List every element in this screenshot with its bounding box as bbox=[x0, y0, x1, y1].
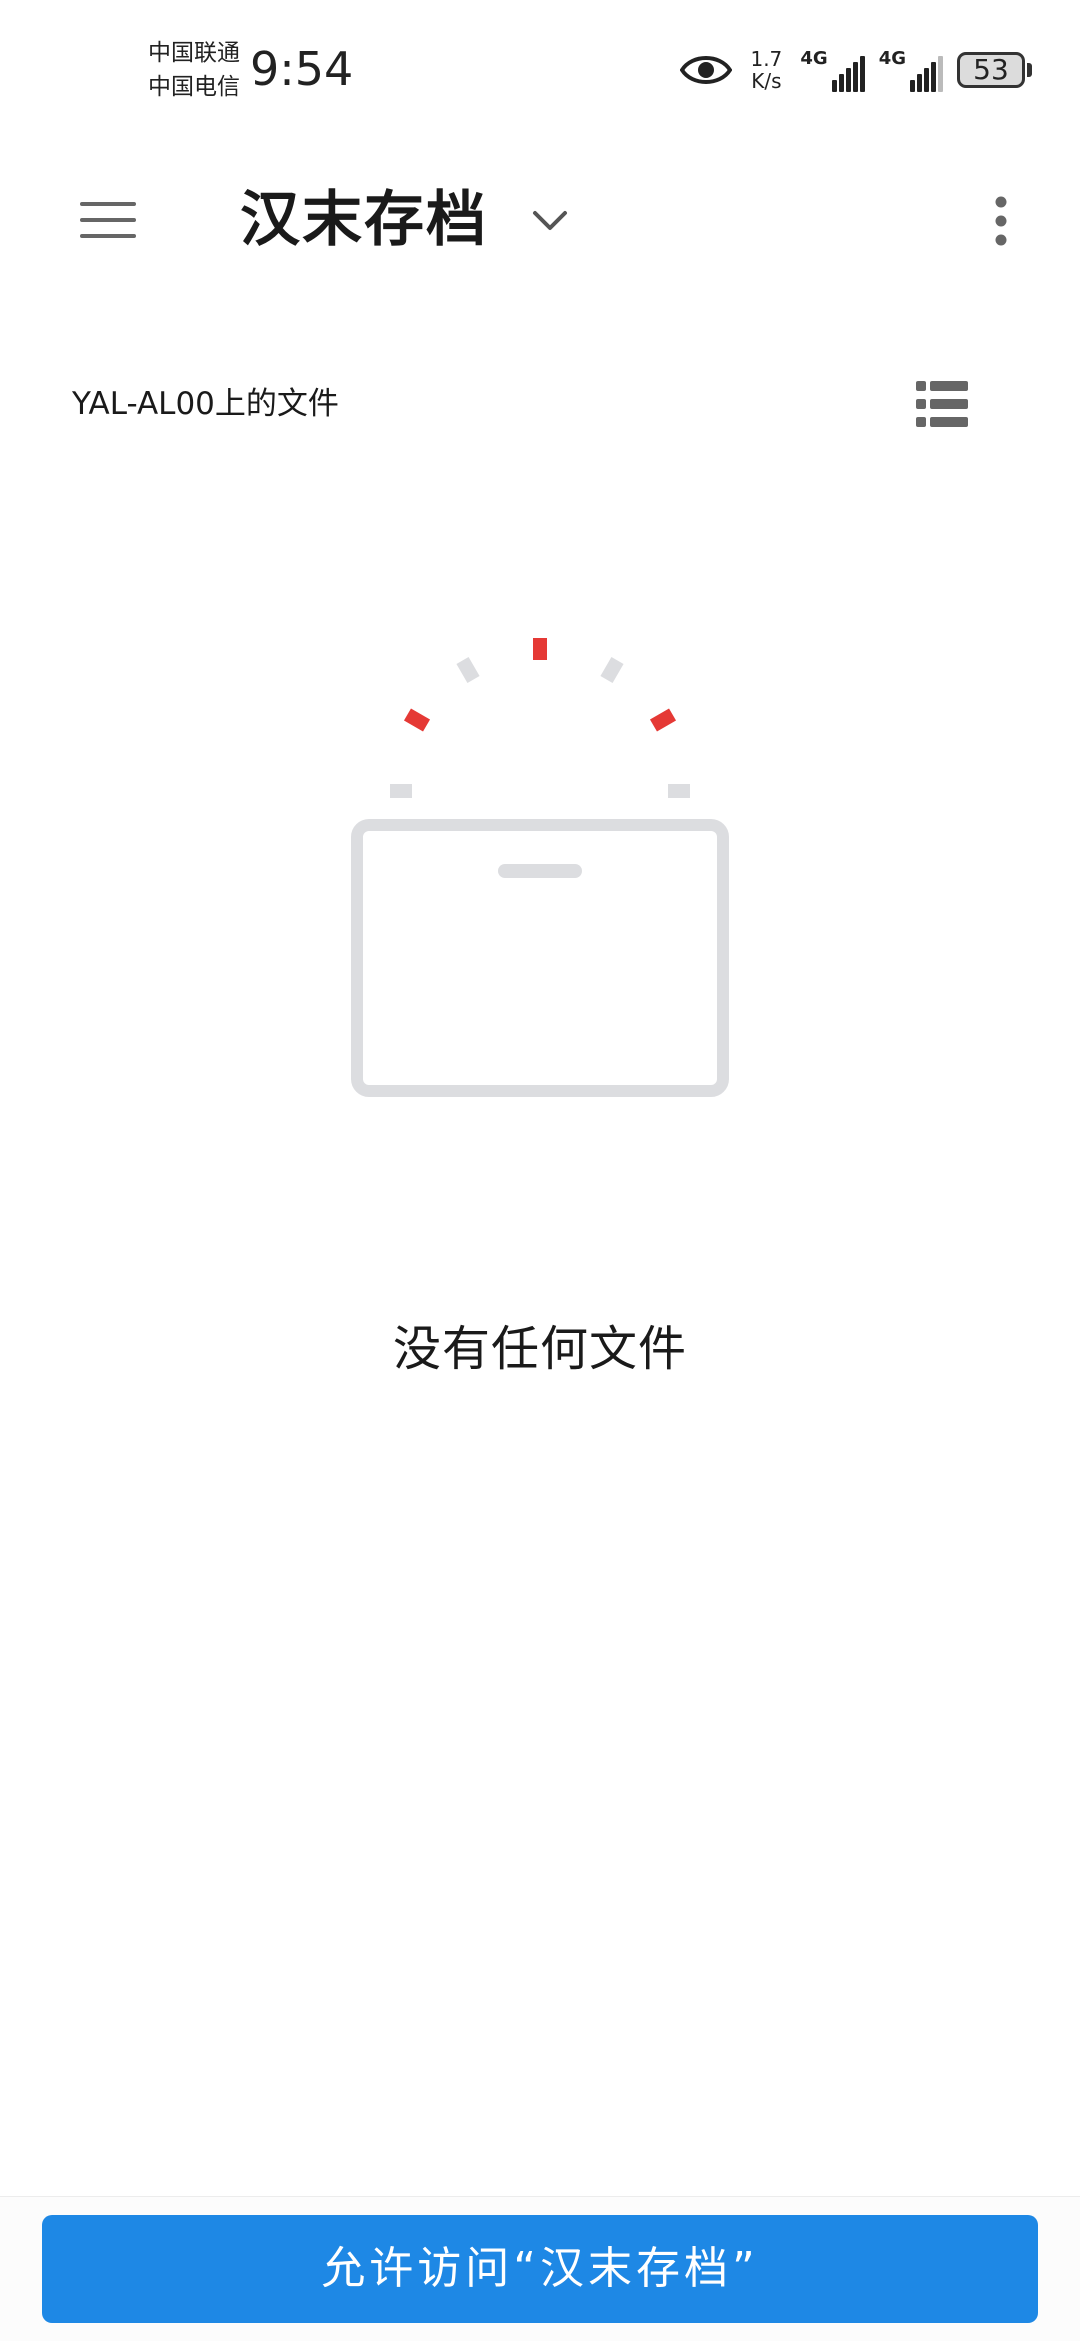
status-indicators: 1.7 K/s 4G 4G 53 bbox=[680, 44, 1032, 96]
signal-bar-icon bbox=[845, 68, 851, 92]
signal-bar-icon bbox=[852, 62, 858, 92]
more-vertical-icon bbox=[995, 196, 1007, 246]
spark-dash bbox=[649, 708, 677, 732]
signal-bar-icon bbox=[838, 74, 844, 92]
list-view-icon bbox=[916, 381, 968, 427]
signal-bar-icon bbox=[859, 56, 865, 92]
view-toggle-button[interactable] bbox=[914, 378, 970, 430]
signal-bar-icon bbox=[938, 56, 943, 92]
empty-box-handle bbox=[498, 864, 582, 878]
spark-dash bbox=[668, 784, 690, 798]
eye-comfort-icon bbox=[680, 56, 733, 84]
signal-bar-icon bbox=[931, 62, 936, 92]
empty-folder-icon bbox=[351, 638, 729, 1097]
signal-1-type: 4G bbox=[800, 48, 828, 69]
empty-state-message: 没有任何文件 bbox=[392, 1321, 687, 1377]
app-title[interactable]: 汉末存档 bbox=[240, 182, 488, 258]
app-bar: 汉末存档 bbox=[0, 150, 1080, 290]
hamburger-menu-icon bbox=[80, 202, 136, 238]
title-dropdown-button[interactable] bbox=[520, 196, 580, 246]
spark-dash bbox=[390, 784, 412, 798]
signal-bar-icon bbox=[831, 80, 837, 92]
status-bar: 中国联通 中国电信 9:54 1.7 K/s 4G 4G 53 bbox=[0, 0, 1080, 140]
spark-dash bbox=[403, 708, 431, 732]
allow-access-button[interactable]: 允许访问“汉末存档” bbox=[42, 2215, 1038, 2323]
device-files-title: YAL-AL00上的文件 bbox=[72, 386, 339, 422]
signal-2-type: 4G bbox=[878, 48, 906, 69]
spark-dash bbox=[600, 656, 624, 684]
battery-level: 53 bbox=[957, 52, 1025, 88]
chevron-down-icon bbox=[533, 211, 567, 230]
status-time: 9:54 bbox=[250, 42, 354, 96]
battery-tip bbox=[1027, 63, 1032, 77]
section-header: YAL-AL00上的文件 bbox=[0, 370, 1080, 440]
carrier-1-label: 中国联通 bbox=[148, 40, 240, 66]
network-speed-value: 1.7 bbox=[750, 47, 783, 71]
signal-bar-icon bbox=[917, 74, 922, 92]
bottom-action-area: 允许访问“汉末存档” bbox=[0, 2196, 1080, 2341]
signal-bar-icon bbox=[910, 80, 915, 92]
signal-strength-1: 4G bbox=[800, 48, 865, 92]
signal-strength-2: 4G bbox=[879, 48, 943, 92]
menu-button[interactable] bbox=[64, 190, 152, 250]
more-options-button[interactable] bbox=[966, 186, 1036, 256]
carrier-2-label: 中国电信 bbox=[148, 74, 240, 100]
spark-dash bbox=[533, 638, 547, 660]
carrier-info: 中国联通 中国电信 bbox=[148, 36, 240, 104]
battery-icon: 53 bbox=[957, 52, 1032, 88]
network-speed-unit: K/s bbox=[751, 69, 782, 93]
signal-bar-icon bbox=[924, 68, 929, 92]
spark-dash bbox=[456, 656, 480, 684]
network-speed: 1.7 K/s bbox=[746, 48, 786, 92]
